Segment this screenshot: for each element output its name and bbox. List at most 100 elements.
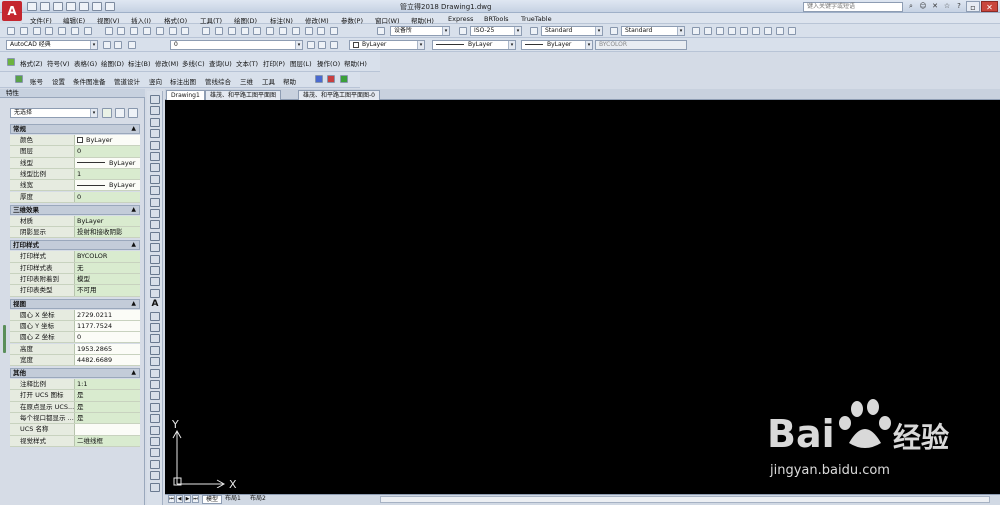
- collapse-arrow-icon[interactable]: ▲: [131, 300, 136, 308]
- quick-select-icon[interactable]: [128, 108, 138, 118]
- extra-tool-5-icon[interactable]: [752, 27, 760, 35]
- calculator-icon[interactable]: [317, 27, 326, 35]
- extra-tool-8-icon[interactable]: [788, 27, 796, 35]
- property-value[interactable]: 二维线框: [74, 435, 140, 446]
- property-value[interactable]: ByLayer: [74, 157, 140, 168]
- offset-icon[interactable]: [150, 345, 160, 355]
- dim-style-icon[interactable]: [459, 27, 467, 35]
- property-row[interactable]: 颜色 ByLayer: [10, 135, 140, 147]
- property-value[interactable]: ByLayer: [74, 180, 140, 191]
- plugin-menu-item[interactable]: 帮助: [283, 76, 296, 86]
- ellipse-arc-icon[interactable]: [150, 209, 160, 218]
- properties-icon[interactable]: [253, 27, 262, 35]
- chart-icon[interactable]: [315, 75, 323, 83]
- save-icon[interactable]: [32, 27, 41, 35]
- help-icon[interactable]: [330, 27, 339, 35]
- property-row[interactable]: 打印样式 BYCOLOR: [10, 251, 140, 263]
- revcloud-icon[interactable]: [150, 174, 160, 184]
- copy-icon[interactable]: [117, 27, 126, 35]
- circle-icon[interactable]: [150, 163, 160, 173]
- plugin-menu-item[interactable]: 账号: [30, 76, 43, 86]
- custom-menu-item[interactable]: 帮助(H): [344, 58, 367, 68]
- selection-select[interactable]: 无选择 ▾: [10, 108, 98, 118]
- color-select[interactable]: ByLayer ▾: [349, 40, 425, 50]
- custom-menu-item[interactable]: 标注(B): [128, 58, 151, 68]
- workspace-settings-icon[interactable]: [103, 41, 111, 49]
- property-row[interactable]: 图层 0: [10, 146, 140, 158]
- property-row[interactable]: 打印表附着到 模型: [10, 274, 140, 286]
- move-icon[interactable]: [150, 368, 160, 378]
- custom-menu-item[interactable]: 多线(C): [182, 58, 205, 68]
- plugin-menu-item[interactable]: 工具: [262, 76, 275, 86]
- ellipse-icon[interactable]: [150, 197, 160, 207]
- erase-icon[interactable]: [150, 311, 160, 321]
- open-file-icon[interactable]: [40, 2, 50, 11]
- copy-obj-icon[interactable]: [150, 323, 160, 332]
- property-value[interactable]: 投射和接收阴影: [74, 227, 140, 238]
- custom-menu-item[interactable]: 绘图(D): [101, 58, 124, 68]
- save-icon[interactable]: [53, 2, 63, 11]
- property-value[interactable]: 4482.6689: [74, 354, 140, 366]
- line-icon[interactable]: [150, 95, 160, 104]
- property-row[interactable]: 在原点显示 UCS... 是: [10, 401, 140, 413]
- paste-icon[interactable]: [130, 27, 139, 35]
- zoom-prev-icon[interactable]: [240, 27, 249, 35]
- plot-icon[interactable]: [45, 27, 54, 35]
- property-value[interactable]: 2729.0211: [74, 309, 140, 320]
- custom-menu-item[interactable]: 修改(M): [155, 58, 179, 68]
- plugin-menu-item[interactable]: 条件图准备: [73, 76, 106, 86]
- xline-icon[interactable]: [150, 106, 160, 116]
- dropdown-icon[interactable]: [105, 2, 115, 11]
- exchange-icon[interactable]: ✕: [930, 2, 940, 11]
- property-value[interactable]: [74, 424, 140, 435]
- region-icon[interactable]: [150, 277, 160, 287]
- property-value[interactable]: 是: [74, 390, 140, 401]
- toggle-pickadd-icon[interactable]: [102, 108, 112, 118]
- linetype-select[interactable]: ByLayer ▾: [432, 40, 516, 50]
- custom-menu-item[interactable]: 文本(T): [236, 58, 258, 68]
- plugin-menu-item[interactable]: 三维: [240, 76, 253, 86]
- collapse-arrow-icon[interactable]: ▲: [131, 206, 136, 214]
- multileader-style-icon[interactable]: [610, 27, 618, 35]
- multileader-style-select[interactable]: Standard ▾: [621, 26, 685, 36]
- property-row[interactable]: 材质 ByLayer: [10, 215, 140, 228]
- property-value[interactable]: 0: [74, 332, 140, 343]
- zoom-realtime-icon[interactable]: [215, 27, 223, 35]
- section-header[interactable]: 打印样式 ▲: [10, 240, 140, 251]
- property-row[interactable]: 线宽 ByLayer: [10, 180, 140, 192]
- maximize-button[interactable]: ▫: [966, 1, 980, 12]
- text-style-icon[interactable]: [377, 27, 385, 35]
- property-row[interactable]: 打印样式表无: [10, 262, 140, 274]
- prev-layout-icon[interactable]: ◀: [176, 495, 183, 503]
- property-row[interactable]: UCS 名称: [10, 424, 140, 436]
- new-file-icon[interactable]: [27, 2, 37, 11]
- qnew-icon[interactable]: [7, 27, 15, 35]
- property-value[interactable]: 1177.7524: [74, 320, 140, 332]
- tab-layout2[interactable]: 布局2: [247, 495, 269, 504]
- property-row[interactable]: 每个视口都显示 ... 是: [10, 413, 140, 425]
- preview-icon[interactable]: [58, 27, 67, 35]
- block-icon[interactable]: [155, 27, 164, 35]
- redo-icon[interactable]: [92, 2, 102, 11]
- table-style-icon[interactable]: [530, 27, 538, 35]
- property-value[interactable]: 1:1: [74, 379, 140, 390]
- collapse-arrow-icon[interactable]: ▲: [131, 369, 136, 377]
- custom-menu-item[interactable]: 操作(O): [317, 58, 340, 68]
- property-value[interactable]: 无: [74, 262, 140, 273]
- mirror-icon[interactable]: [150, 334, 160, 344]
- property-row[interactable]: 厚度 0: [10, 191, 140, 203]
- menu-brtools[interactable]: BRTools: [484, 15, 509, 23]
- collapse-arrow-icon[interactable]: ▲: [131, 125, 136, 133]
- plugin-menu-item[interactable]: 标注出图: [170, 76, 196, 86]
- extra-tool-4-icon[interactable]: [740, 27, 748, 35]
- undo-icon[interactable]: [79, 2, 89, 11]
- 3dprint-icon[interactable]: [83, 27, 92, 35]
- extend-icon[interactable]: [150, 425, 160, 435]
- design-center-icon[interactable]: [266, 27, 275, 35]
- property-row[interactable]: 线型 ByLayer: [10, 157, 140, 169]
- property-row[interactable]: 圆心 Z 坐标 0: [10, 332, 140, 344]
- close-button[interactable]: ✕: [981, 1, 998, 12]
- point-icon[interactable]: [150, 243, 160, 253]
- spline-icon[interactable]: [150, 186, 160, 196]
- redo-icon[interactable]: [181, 27, 190, 35]
